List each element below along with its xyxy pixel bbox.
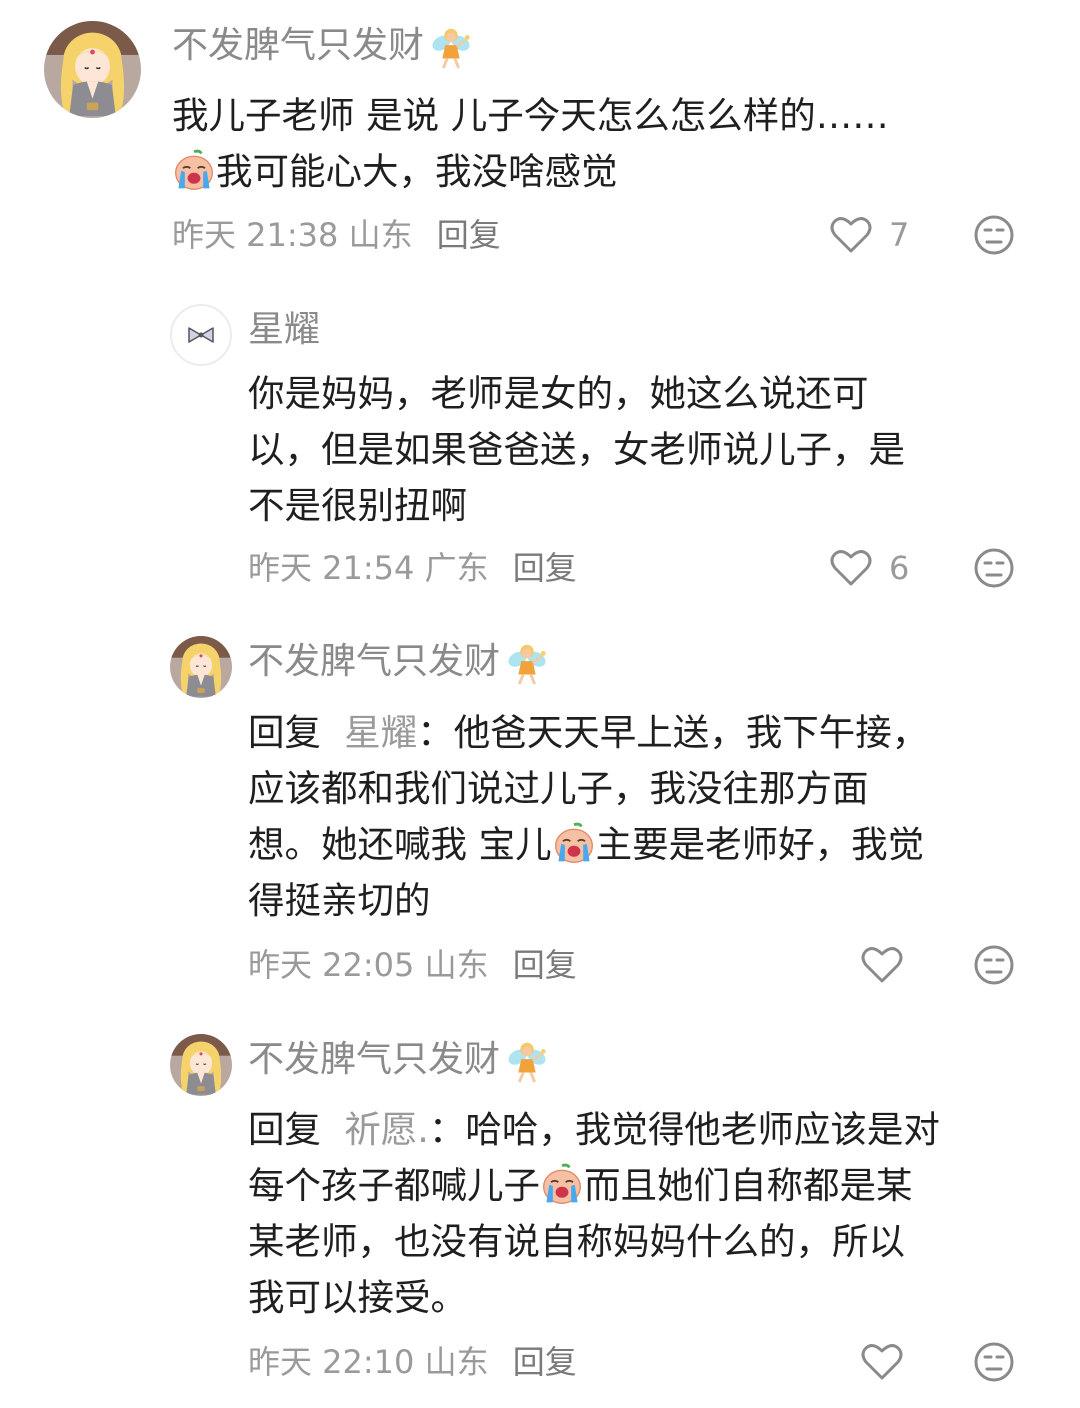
comment-meta: 昨天 22:05 山东 回复 bbox=[248, 945, 577, 985]
heart-outline-icon[interactable] bbox=[829, 215, 873, 255]
crying-face-emoji-icon bbox=[552, 821, 596, 865]
location: 山东 bbox=[424, 946, 489, 984]
reply-button[interactable]: 回复 bbox=[513, 1343, 577, 1381]
like-count: 6 bbox=[889, 549, 910, 587]
heart-outline-icon[interactable] bbox=[860, 1342, 904, 1382]
location: 山东 bbox=[348, 216, 413, 254]
timestamp: 昨天 21:38 bbox=[172, 216, 339, 254]
comment-meta: 昨天 21:54 广东 回复 bbox=[248, 548, 577, 588]
comment-text: 回复 星耀：他爸天天早上送，我下午接， 应该都和我们说过儿子，我没往那方面 想。… bbox=[248, 711, 929, 922]
reply-button[interactable]: 回复 bbox=[513, 549, 577, 587]
comment-text: 回复 祈愿.：哈哈，我觉得他老师应该是对 每个孩子都喊儿子 而且她们自称都是某 某… bbox=[248, 1108, 940, 1319]
avatar[interactable] bbox=[170, 304, 232, 366]
reply-button[interactable]: 回复 bbox=[513, 946, 577, 984]
reply-button[interactable]: 回复 bbox=[437, 216, 501, 254]
unamused-face-icon[interactable] bbox=[973, 214, 1015, 256]
reply-target-name[interactable]: 星耀 bbox=[344, 711, 417, 754]
timestamp: 昨天 22:10 bbox=[248, 1343, 415, 1381]
fairy-emoji-icon bbox=[428, 24, 474, 70]
crying-face-emoji-icon bbox=[172, 148, 216, 192]
avatar[interactable] bbox=[170, 1034, 232, 1096]
heart-outline-icon[interactable] bbox=[860, 945, 904, 985]
like-count: 7 bbox=[889, 216, 910, 254]
unamused-face-icon[interactable] bbox=[973, 547, 1015, 589]
timestamp: 昨天 21:54 bbox=[248, 549, 415, 587]
avatar[interactable] bbox=[170, 636, 232, 698]
heart-outline-icon[interactable] bbox=[829, 548, 873, 588]
fairy-emoji-icon bbox=[504, 1038, 550, 1084]
fairy-emoji-icon bbox=[504, 640, 550, 686]
username[interactable]: 不发脾气只发财 bbox=[172, 24, 474, 70]
location: 广东 bbox=[424, 549, 489, 587]
username[interactable]: 不发脾气只发财 bbox=[248, 1038, 550, 1084]
bow-icon bbox=[188, 327, 214, 343]
comment-meta: 昨天 21:38 山东 回复 bbox=[172, 215, 501, 255]
reply-target-name[interactable]: 祈愿. bbox=[344, 1108, 429, 1151]
unamused-face-icon[interactable] bbox=[973, 944, 1015, 986]
username[interactable]: 星耀 bbox=[248, 308, 320, 352]
comment-meta: 昨天 22:10 山东 回复 bbox=[248, 1342, 577, 1382]
avatar[interactable] bbox=[44, 21, 141, 118]
crying-face-emoji-icon bbox=[540, 1162, 584, 1206]
comment-text: 你是妈妈，老师是女的，她这么说还可 以，但是如果爸爸送，女老师说儿子，是 不是很… bbox=[248, 372, 905, 527]
unamused-face-icon[interactable] bbox=[973, 1341, 1015, 1383]
comment-text: 我儿子老师 是说 儿子今天怎么怎么样的…… 我可能心大，我没啥感觉 bbox=[172, 94, 889, 193]
location: 山东 bbox=[424, 1343, 489, 1381]
timestamp: 昨天 22:05 bbox=[248, 946, 415, 984]
username[interactable]: 不发脾气只发财 bbox=[248, 640, 550, 686]
